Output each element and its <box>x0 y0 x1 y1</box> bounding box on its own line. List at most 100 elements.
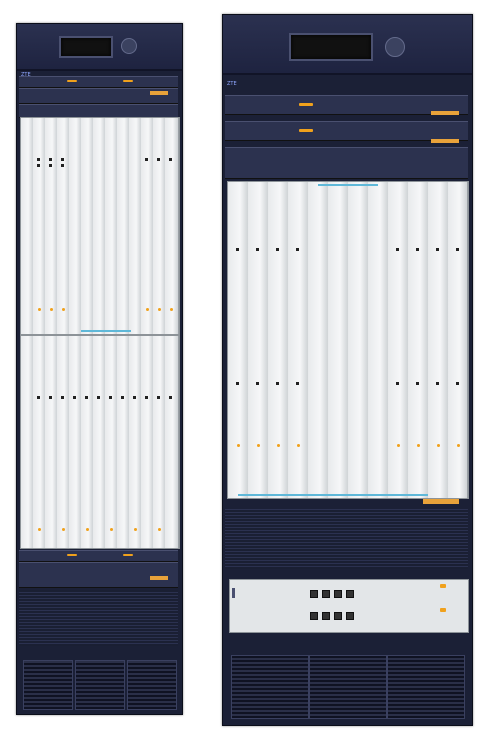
right-card[interactable] <box>428 182 449 498</box>
left-upper-bar <box>19 76 178 88</box>
left-lower-fan-label <box>150 576 168 580</box>
port <box>61 158 64 161</box>
status-led-icon <box>297 444 300 447</box>
right-card[interactable] <box>248 182 269 498</box>
port <box>133 396 136 399</box>
left-filter-mesh <box>19 590 178 646</box>
right-subrack <box>227 181 469 499</box>
port <box>97 396 100 399</box>
left-navigation-pad-icon[interactable] <box>121 38 137 54</box>
port <box>121 396 124 399</box>
power-indicator <box>440 584 446 588</box>
power-port-icon <box>334 590 342 598</box>
power-port-icon <box>322 590 330 598</box>
status-led-icon <box>50 308 53 311</box>
power-port-icon <box>346 612 354 620</box>
power-port-icon <box>310 612 318 620</box>
status-led-icon <box>158 528 161 531</box>
right-vent-2 <box>309 655 387 719</box>
port <box>169 396 172 399</box>
port <box>49 164 52 167</box>
port <box>236 248 239 251</box>
right-brand-logo: ZTE <box>227 81 237 87</box>
left-display-panel <box>59 36 113 58</box>
status-led-icon <box>146 308 149 311</box>
port <box>169 158 172 161</box>
port <box>49 158 52 161</box>
port <box>109 396 112 399</box>
right-top-indicator-strip <box>318 184 378 186</box>
right-card[interactable] <box>408 182 429 498</box>
right-card[interactable] <box>348 182 369 498</box>
right-display-panel <box>289 33 373 61</box>
port <box>436 248 439 251</box>
status-led-icon <box>457 444 460 447</box>
right-label-1 <box>431 111 459 115</box>
port <box>145 396 148 399</box>
status-led-icon <box>417 444 420 447</box>
right-vent-3 <box>387 655 465 719</box>
left-card[interactable] <box>165 118 179 334</box>
port <box>37 164 40 167</box>
right-card[interactable] <box>388 182 409 498</box>
power-handle-icon[interactable] <box>232 588 235 598</box>
port <box>73 396 76 399</box>
port <box>157 158 160 161</box>
port <box>256 382 259 385</box>
port <box>276 382 279 385</box>
status-led-icon <box>237 444 240 447</box>
right-top-cap <box>223 15 472 75</box>
right-upper-bar-2 <box>225 121 468 141</box>
right-card[interactable] <box>228 182 249 498</box>
left-fan-label <box>150 91 168 95</box>
port <box>145 158 148 161</box>
port <box>256 248 259 251</box>
right-card[interactable] <box>328 182 349 498</box>
left-rack: ZTE <box>16 23 183 715</box>
status-led-icon <box>86 528 89 531</box>
status-led-icon <box>158 308 161 311</box>
power-port-icon <box>346 590 354 598</box>
right-navigation-pad-icon[interactable] <box>385 37 405 57</box>
right-card[interactable] <box>268 182 289 498</box>
port <box>296 248 299 251</box>
port <box>61 164 64 167</box>
right-power-unit <box>229 579 469 633</box>
left-handle-orange-2 <box>123 80 133 82</box>
port <box>37 158 40 161</box>
status-led-icon <box>437 444 440 447</box>
right-card[interactable] <box>288 182 309 498</box>
status-led-icon <box>110 528 113 531</box>
port <box>416 382 419 385</box>
left-lower-subrack <box>20 335 180 549</box>
port <box>436 382 439 385</box>
right-card[interactable] <box>308 182 329 498</box>
left-lower-handle-orange-2 <box>123 554 133 556</box>
right-filter-mesh <box>225 509 468 569</box>
status-led-icon <box>62 308 65 311</box>
power-port-icon <box>310 590 318 598</box>
port <box>61 396 64 399</box>
status-led-icon <box>257 444 260 447</box>
right-card[interactable] <box>368 182 389 498</box>
status-led-icon <box>397 444 400 447</box>
status-led-icon <box>62 528 65 531</box>
right-card[interactable] <box>448 182 468 498</box>
left-handle-orange-1 <box>67 80 77 82</box>
left-lower-handle-orange-1 <box>67 554 77 556</box>
left-upper-subrack <box>20 117 180 335</box>
right-handle-orange-2 <box>299 129 313 132</box>
port <box>396 382 399 385</box>
left-top-cap <box>17 24 182 71</box>
port <box>456 248 459 251</box>
port <box>396 248 399 251</box>
port <box>416 248 419 251</box>
status-led-icon <box>38 308 41 311</box>
left-lower-fan-tray <box>19 562 178 588</box>
right-rack: ZTE <box>222 14 473 726</box>
port <box>157 396 160 399</box>
left-card[interactable] <box>165 336 179 548</box>
power-port-icon <box>322 612 330 620</box>
right-handle-orange-1 <box>299 103 313 106</box>
left-upper-indicator-strip <box>81 330 131 332</box>
